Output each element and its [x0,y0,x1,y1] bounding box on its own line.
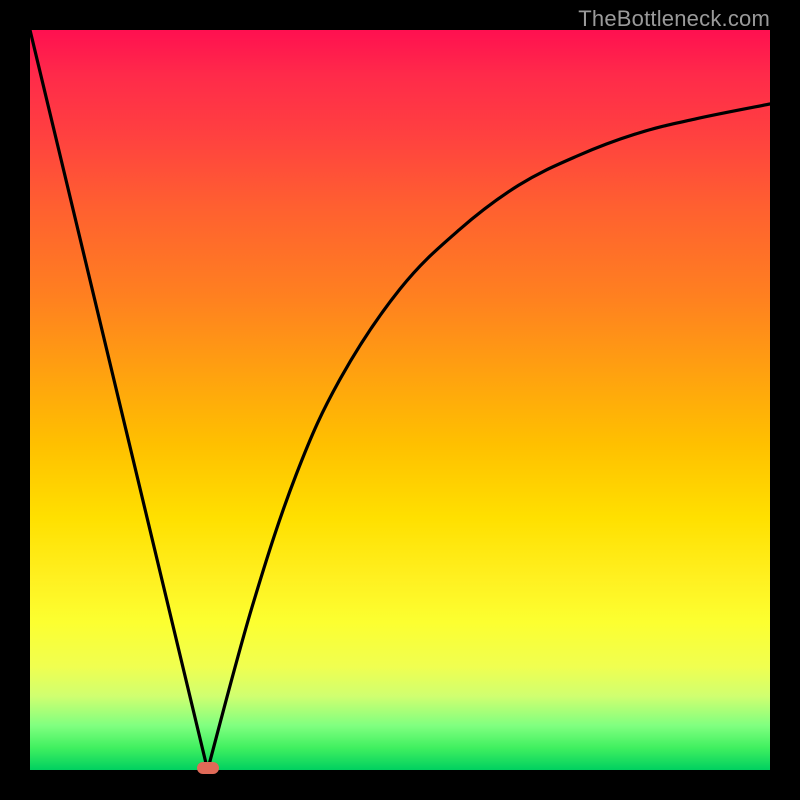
watermark-text: TheBottleneck.com [578,6,770,32]
plot-gradient-background [30,30,770,770]
optimal-point-marker [197,762,219,774]
chart-container: TheBottleneck.com [0,0,800,800]
